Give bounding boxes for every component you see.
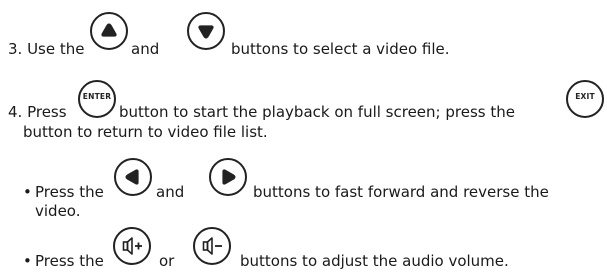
up-arrow-button-icon xyxy=(90,12,128,50)
down-arrow-button-icon xyxy=(187,12,225,50)
step4-middle: button to start the playback on full scr… xyxy=(119,103,515,121)
bullet1-prefix: Press the xyxy=(35,183,104,201)
step3-prefix: 3. Use the xyxy=(8,40,85,58)
exit-button-label: EXIT xyxy=(575,92,595,101)
bullet2-or: or xyxy=(159,252,175,270)
bullet2-marker: • xyxy=(23,252,32,270)
step3-and: and xyxy=(131,40,160,58)
volume-up-button-icon xyxy=(113,227,151,265)
step4-prefix: 4. Press xyxy=(8,103,67,121)
bullet1-marker: • xyxy=(23,183,32,201)
enter-button-icon: ENTER xyxy=(78,80,116,118)
bullet1-and: and xyxy=(156,183,185,201)
volume-down-button-icon xyxy=(193,227,231,265)
bullet2-suffix: buttons to adjust the audio volume. xyxy=(240,252,509,270)
bullet1-suffix: buttons to fast forward and reverse the xyxy=(253,183,549,201)
bullet1-line2: video. xyxy=(35,202,81,220)
bullet2-prefix: Press the xyxy=(35,252,104,270)
right-arrow-button-icon xyxy=(209,158,247,196)
step4-line2: button to return to video file list. xyxy=(23,123,268,141)
exit-button-icon: EXIT xyxy=(566,80,604,118)
step3-suffix: buttons to select a video file. xyxy=(231,40,450,58)
left-arrow-button-icon xyxy=(114,158,152,196)
enter-button-label: ENTER xyxy=(82,92,112,101)
